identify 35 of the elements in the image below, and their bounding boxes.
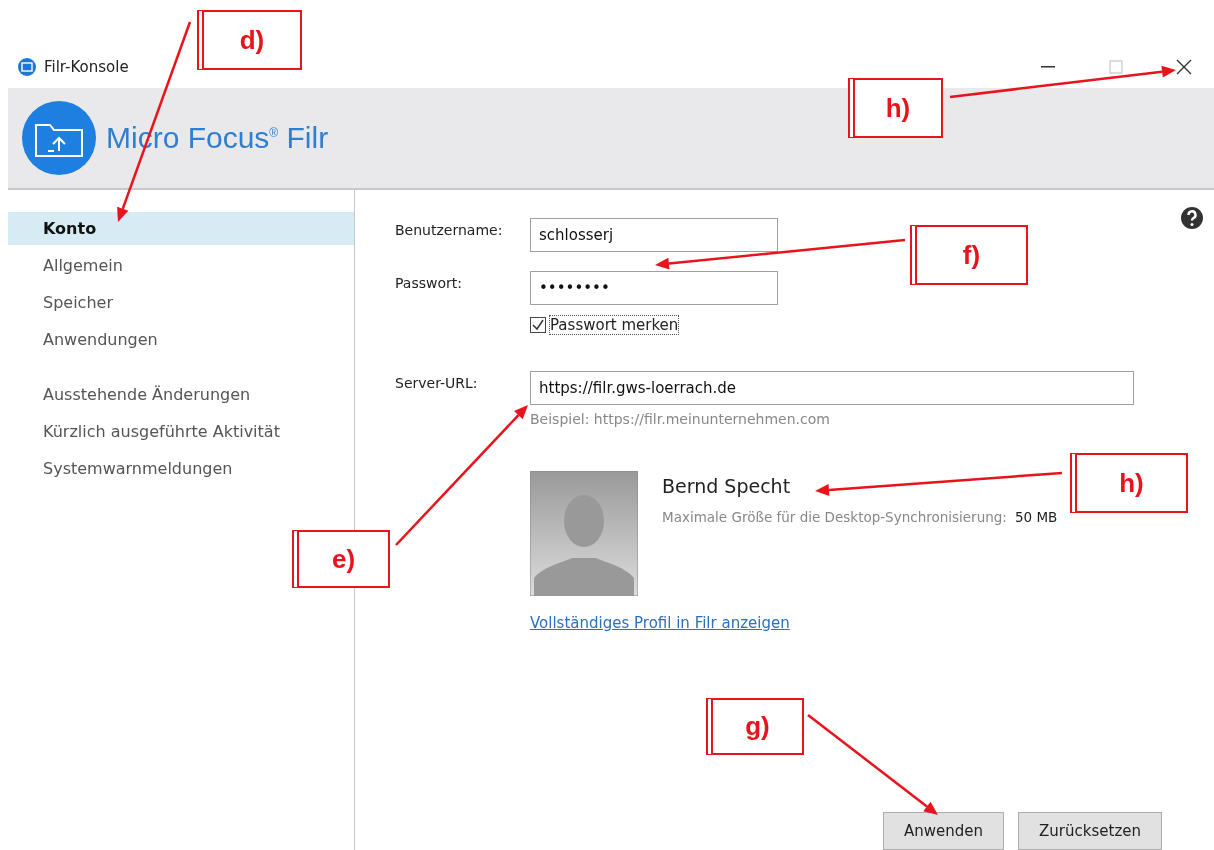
callout-label: d) [197,10,302,70]
field-label: Benutzername: [395,221,504,238]
callout-label: e) [292,530,390,588]
help-icon[interactable] [1180,206,1204,230]
action-button[interactable]: Anwenden [883,812,1005,850]
maximize-icon [1109,60,1123,74]
callout-label: h) [1070,453,1188,513]
app-icon [18,58,36,76]
username-field[interactable]: schlosserj [530,218,778,252]
quota-label: Maximale Größe für die Desktop-Synchronisierung: [662,509,1007,525]
callout-label: h) [848,78,943,138]
checkbox-label[interactable]: Passwort merken [549,315,680,335]
user-name: Bernd Specht [662,475,791,497]
field-label: Server-URL: [395,374,479,391]
sidebar-item[interactable]: Systemwarnmeldungen [8,452,354,485]
callout-label: g) [706,698,804,755]
callout-label: f) [910,225,1028,285]
window-title: Filr-Konsole [44,58,130,76]
sidebar-item[interactable]: Allgemein [8,249,354,282]
field-hint: Beispiel: https://filr.meinunternehmen.com [530,411,831,427]
minimize-icon [1041,66,1055,68]
sidebar-item[interactable]: Anwendungen [8,323,354,356]
close-icon [1176,59,1192,75]
field-label: Passwort: [395,274,463,291]
profile-link[interactable]: Vollständiges Profil in Filr anzeigen [530,614,790,632]
password-field[interactable]: •••••••• [530,271,778,305]
sidebar-item[interactable]: Speicher [8,286,354,319]
folder-upload-logo-icon [22,101,96,175]
action-button[interactable]: Zurücksetzen [1018,812,1162,850]
server-url-field[interactable]: https://filr.gws-loerrach.de [530,371,1134,405]
sidebar-item[interactable]: Kürzlich ausgeführte Aktivität [8,415,354,448]
quota-value: 50 MB [1014,509,1058,525]
sidebar-item[interactable]: Konto [8,212,354,245]
checkbox[interactable] [530,317,546,333]
sidebar-item[interactable]: Ausstehende Änderungen [8,378,354,411]
